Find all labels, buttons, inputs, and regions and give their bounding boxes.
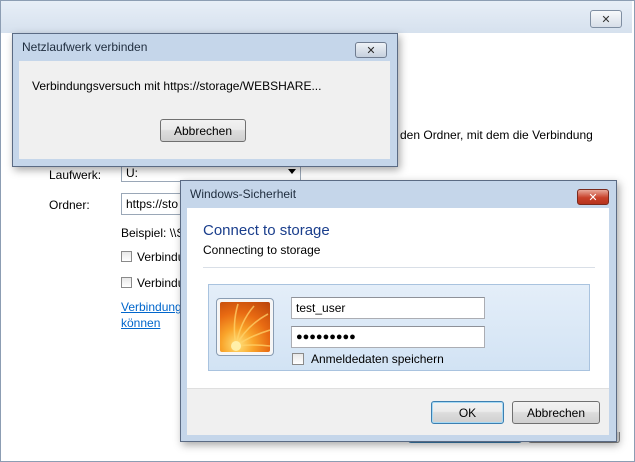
reconnect-checkbox[interactable] bbox=[121, 251, 132, 262]
close-icon: ✕ bbox=[366, 44, 376, 57]
password-value: ●●●●●●●●● bbox=[296, 331, 356, 343]
progress-dialog-close-button[interactable]: ✕ bbox=[355, 42, 387, 58]
drive-label: Laufwerk: bbox=[49, 168, 102, 182]
wizard-description: den Ordner, mit dem die Verbindung bbox=[400, 128, 593, 142]
windows-security-dialog: Windows-Sicherheit ✕ Connect to storage … bbox=[180, 180, 617, 442]
other-credentials-checkbox-label: Verbindu bbox=[137, 276, 185, 290]
progress-dialog-title: Netzlaufwerk verbinden bbox=[22, 40, 148, 54]
remember-credentials-checkbox[interactable] bbox=[292, 353, 304, 365]
window-close-button[interactable]: ✕ bbox=[590, 10, 622, 28]
window-title-bar bbox=[1, 1, 632, 33]
user-avatar-frame bbox=[216, 298, 274, 356]
close-icon: ✕ bbox=[588, 191, 598, 204]
folder-input-value: https://sto bbox=[126, 197, 179, 211]
security-subheading: Connecting to storage bbox=[203, 243, 321, 257]
folder-label: Ordner: bbox=[49, 198, 90, 212]
user-avatar-flower-icon bbox=[220, 302, 270, 352]
folder-input[interactable]: https://sto bbox=[121, 193, 181, 215]
folder-example: Beispiel: \\S bbox=[121, 226, 185, 240]
separator bbox=[203, 267, 595, 268]
dialog-footer: OK Abbrechen bbox=[187, 388, 609, 435]
username-value: test_user bbox=[296, 301, 346, 315]
progress-message: Verbindungsversuch mit https://storage/W… bbox=[32, 79, 322, 93]
credential-tile: test_user ●●●●●●●●● Anmeldedaten speiche… bbox=[208, 284, 590, 371]
progress-dialog-body: Verbindungsversuch mit https://storage/W… bbox=[19, 61, 390, 159]
website-link-line2[interactable]: können bbox=[121, 316, 160, 330]
progress-cancel-button[interactable]: Abbrechen bbox=[160, 119, 246, 142]
website-link[interactable]: Verbindung bbox=[121, 300, 182, 314]
security-dialog-body: Connect to storage Connecting to storage bbox=[187, 208, 609, 435]
reconnect-checkbox-label: Verbindu bbox=[137, 250, 185, 264]
chevron-down-icon bbox=[288, 169, 296, 174]
cancel-button[interactable]: Abbrechen bbox=[512, 401, 600, 424]
security-heading: Connect to storage bbox=[203, 222, 330, 239]
drive-select-value: U: bbox=[126, 166, 138, 180]
security-dialog-title: Windows-Sicherheit bbox=[190, 187, 297, 201]
password-input[interactable]: ●●●●●●●●● bbox=[291, 326, 485, 348]
other-credentials-checkbox[interactable] bbox=[121, 277, 132, 288]
flower-icon bbox=[231, 303, 270, 351]
progress-dialog: Netzlaufwerk verbinden ✕ Verbindungsvers… bbox=[12, 33, 398, 167]
username-input[interactable]: test_user bbox=[291, 297, 485, 319]
security-dialog-close-button[interactable]: ✕ bbox=[577, 189, 609, 205]
remember-credentials-label: Anmeldedaten speichern bbox=[311, 352, 444, 366]
close-icon: ✕ bbox=[601, 13, 611, 26]
ok-button[interactable]: OK bbox=[431, 401, 504, 424]
